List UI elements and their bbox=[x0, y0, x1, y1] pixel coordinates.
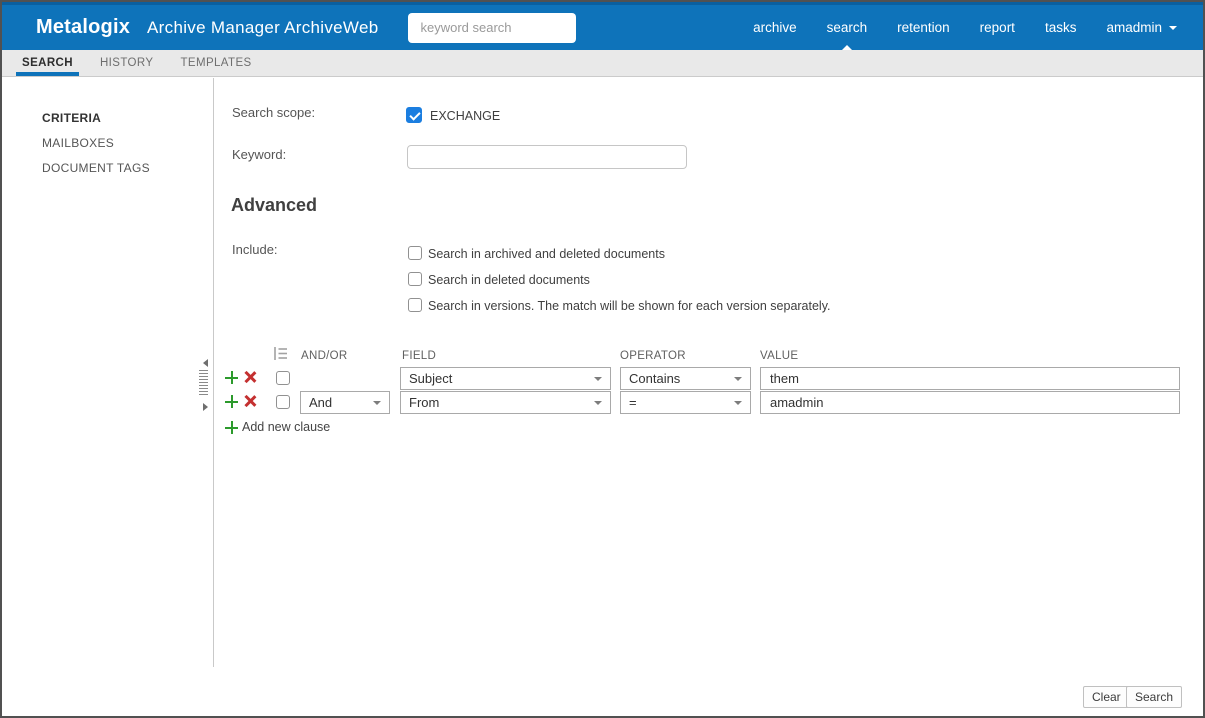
nav-search[interactable]: search bbox=[827, 5, 868, 50]
column-header-value: VALUE bbox=[760, 350, 799, 362]
column-header-operator: OPERATOR bbox=[620, 350, 686, 362]
exchange-checkbox[interactable] bbox=[406, 107, 422, 123]
dropdown-caret-icon bbox=[594, 401, 602, 405]
dropdown-caret-icon bbox=[734, 401, 742, 405]
search-scope-label: Search scope: bbox=[232, 105, 316, 120]
checkbox-deleted-label: Search in deleted documents bbox=[428, 273, 590, 287]
row1-add-clause-icon[interactable] bbox=[225, 371, 238, 384]
row2-add-clause-icon[interactable] bbox=[225, 395, 238, 408]
keyword-search-input[interactable] bbox=[408, 12, 577, 43]
include-label: Include: bbox=[232, 242, 278, 257]
row1-delete-clause-icon[interactable] bbox=[243, 370, 256, 383]
row2-value-input[interactable] bbox=[760, 391, 1180, 414]
tab-history[interactable]: HISTORY bbox=[94, 50, 160, 76]
sidebar-item-document-tags[interactable]: DOCUMENT TAGS bbox=[42, 161, 150, 175]
advanced-heading: Advanced bbox=[231, 195, 318, 215]
metalogix-logo: Metalogix bbox=[36, 16, 131, 38]
row2-field-value: From bbox=[409, 395, 440, 410]
splitter-grip[interactable] bbox=[199, 370, 208, 397]
keyword-label: Keyword: bbox=[232, 147, 287, 162]
nav-tasks[interactable]: tasks bbox=[1045, 5, 1077, 50]
checkbox-deleted[interactable] bbox=[408, 272, 422, 286]
tab-templates[interactable]: TEMPLATES bbox=[174, 50, 257, 76]
tab-bar: SEARCH HISTORY TEMPLATES bbox=[2, 50, 1203, 77]
nav-user-menu[interactable]: amadmin bbox=[1106, 5, 1177, 50]
row2-andor-value: And bbox=[309, 395, 333, 410]
clear-button[interactable]: Clear bbox=[1083, 686, 1130, 708]
row1-field-select[interactable]: Subject bbox=[400, 367, 611, 390]
select-all-icon[interactable] bbox=[273, 346, 288, 361]
nav-retention[interactable]: retention bbox=[897, 5, 950, 50]
keyword-field[interactable] bbox=[407, 145, 687, 169]
search-button[interactable]: Search bbox=[1126, 686, 1183, 708]
row1-value-input[interactable] bbox=[760, 367, 1180, 390]
row2-delete-clause-icon[interactable] bbox=[243, 394, 256, 407]
add-new-clause-link[interactable]: Add new clause bbox=[242, 420, 330, 434]
row2-operator-select[interactable]: = bbox=[620, 391, 751, 414]
checkbox-archived-and-deleted[interactable] bbox=[408, 246, 422, 260]
app-title: Archive Manager ArchiveWeb bbox=[147, 17, 379, 37]
checkbox-versions[interactable] bbox=[408, 298, 422, 312]
user-menu-label: amadmin bbox=[1106, 20, 1162, 35]
tab-search[interactable]: SEARCH bbox=[16, 50, 79, 76]
dropdown-caret-icon bbox=[734, 377, 742, 381]
checkbox-versions-label: Search in versions. The match will be sh… bbox=[428, 299, 831, 313]
nav-report[interactable]: report bbox=[980, 5, 1015, 50]
row2-checkbox[interactable] bbox=[276, 395, 290, 409]
chevron-down-icon bbox=[1169, 26, 1177, 30]
dropdown-caret-icon bbox=[373, 401, 381, 405]
sidebar-divider bbox=[213, 78, 214, 667]
column-header-andor: AND/OR bbox=[301, 350, 348, 362]
sidebar-item-criteria[interactable]: CRITERIA bbox=[42, 111, 101, 125]
app-header: Metalogix Archive Manager ArchiveWeb arc… bbox=[2, 2, 1203, 50]
row1-operator-value: Contains bbox=[629, 371, 681, 386]
top-nav: archive search retention report tasks am… bbox=[723, 5, 1177, 50]
expand-panel-icon[interactable] bbox=[203, 403, 208, 411]
row1-checkbox[interactable] bbox=[276, 371, 290, 385]
archiveweb-page: Metalogix Archive Manager ArchiveWeb arc… bbox=[0, 0, 1205, 718]
add-new-clause-icon[interactable] bbox=[225, 421, 238, 434]
checkbox-archived-and-deleted-label: Search in archived and deleted documents bbox=[428, 247, 665, 261]
row2-field-select[interactable]: From bbox=[400, 391, 611, 414]
collapse-panel-icon[interactable] bbox=[203, 359, 208, 367]
nav-archive[interactable]: archive bbox=[753, 5, 797, 50]
row2-andor-select[interactable]: And bbox=[300, 391, 390, 414]
row1-field-value: Subject bbox=[409, 371, 453, 386]
sidebar-item-mailboxes[interactable]: MAILBOXES bbox=[42, 136, 114, 150]
row1-operator-select[interactable]: Contains bbox=[620, 367, 751, 390]
row2-operator-value: = bbox=[629, 395, 637, 410]
dropdown-caret-icon bbox=[594, 377, 602, 381]
column-header-field: FIELD bbox=[402, 350, 437, 362]
exchange-label: EXCHANGE bbox=[430, 109, 501, 123]
